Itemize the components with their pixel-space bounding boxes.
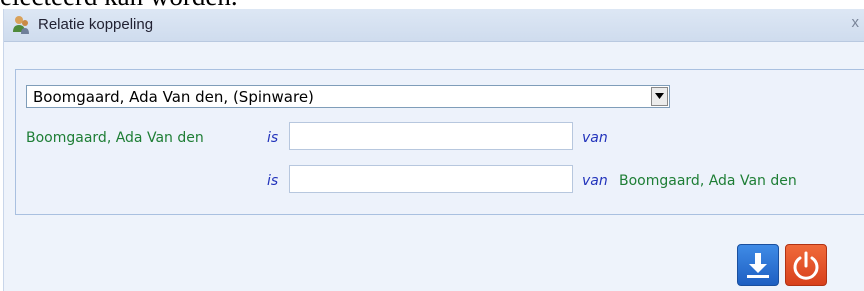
relation-input-2[interactable] bbox=[289, 165, 573, 193]
row1-van-label: van bbox=[582, 130, 608, 146]
save-button[interactable] bbox=[737, 244, 779, 286]
power-button[interactable] bbox=[785, 244, 827, 286]
row1-person-name: Boomgaard, Ada Van den bbox=[26, 130, 204, 146]
relation-input-1[interactable] bbox=[289, 122, 573, 150]
dialog-titlebar: Relatie koppeling x bbox=[4, 9, 864, 42]
dialog-title: Relatie koppeling bbox=[38, 16, 154, 33]
row2-is-label: is bbox=[267, 173, 279, 189]
row2-van-label: van bbox=[582, 173, 608, 189]
download-icon bbox=[747, 253, 769, 278]
chevron-down-icon bbox=[655, 93, 664, 99]
person-select-value: Boomgaard, Ada Van den, (Spinware) bbox=[33, 88, 314, 106]
dropdown-arrow-button[interactable] bbox=[651, 87, 668, 106]
relatie-koppeling-dialog: Relatie koppeling x Boomgaard, Ada Van d… bbox=[3, 9, 864, 291]
power-icon bbox=[793, 251, 819, 280]
row2-person-name: Boomgaard, Ada Van den bbox=[619, 173, 797, 189]
users-icon bbox=[12, 15, 30, 35]
form-panel: Boomgaard, Ada Van den, (Spinware) Boomg… bbox=[15, 69, 864, 215]
close-button[interactable]: x bbox=[852, 14, 860, 31]
row1-is-label: is bbox=[267, 130, 279, 146]
person-select[interactable]: Boomgaard, Ada Van den, (Spinware) bbox=[26, 85, 670, 108]
